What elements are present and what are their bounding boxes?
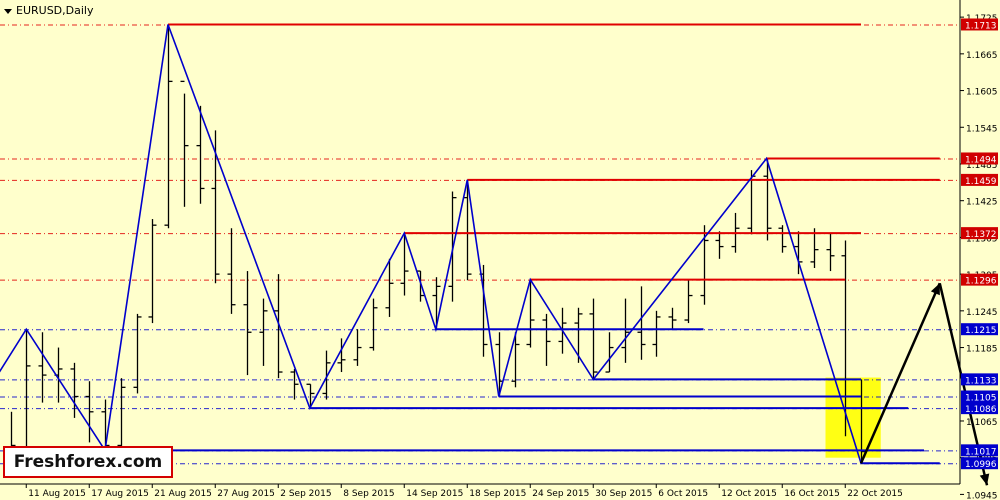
price-tick-label: 1.0945 — [966, 491, 998, 500]
time-tick-label: 2 Sep 2015 — [280, 489, 331, 499]
time-tick-label: 21 Aug 2015 — [154, 489, 212, 499]
price-tag-label: 1.1713 — [965, 21, 997, 31]
time-tick-label: 8 Sep 2015 — [343, 489, 394, 499]
chart-title-text: EURUSD,Daily — [16, 4, 94, 17]
time-tick-label: 22 Oct 2015 — [847, 489, 903, 499]
price-tag-label: 1.1105 — [965, 394, 997, 404]
price-tag-label: 1.1215 — [965, 326, 997, 336]
chart-title[interactable]: EURUSD,Daily — [4, 4, 93, 17]
dropdown-arrow-icon[interactable] — [4, 8, 12, 14]
price-tick-label: 1.1245 — [966, 308, 998, 318]
price-tag-label: 1.1494 — [965, 155, 997, 165]
highlight-layer — [825, 377, 881, 458]
price-tag-label: 1.1133 — [965, 376, 997, 386]
time-tick-label: 12 Oct 2015 — [721, 489, 777, 499]
price-tick-label: 1.1665 — [966, 51, 998, 61]
time-tick-label: 17 Aug 2015 — [91, 489, 149, 499]
time-tick-label: 18 Sep 2015 — [469, 489, 526, 499]
price-tick-label: 1.1545 — [966, 124, 998, 134]
time-tick-label: 16 Oct 2015 — [784, 489, 840, 499]
brand-logo-text: Freshforex.com — [13, 452, 163, 472]
price-tag-label: 1.1372 — [965, 230, 997, 240]
price-tick-label: 1.1065 — [966, 418, 998, 428]
price-tag-label: 1.0996 — [965, 460, 997, 470]
highlight-zone — [825, 377, 881, 458]
price-chart: 1.17251.16651.16051.15451.14851.14251.13… — [0, 0, 1000, 500]
time-tick-label: 11 Aug 2015 — [28, 489, 86, 499]
price-tick-label: 1.1605 — [966, 88, 998, 98]
price-tick-label: 1.1425 — [966, 198, 998, 208]
price-tick-label: 1.1185 — [966, 345, 998, 355]
brand-logo: Freshforex.com — [3, 446, 173, 478]
time-tick-label: 24 Sep 2015 — [532, 489, 589, 499]
price-tag-label: 1.1086 — [965, 405, 997, 415]
time-tick-label: 30 Sep 2015 — [595, 489, 652, 499]
price-tag-label: 1.1459 — [965, 177, 997, 187]
time-tick-label: 27 Aug 2015 — [217, 489, 275, 499]
time-tick-label: 6 Oct 2015 — [658, 489, 708, 499]
time-tick-label: 14 Sep 2015 — [406, 489, 463, 499]
price-tag-label: 1.1296 — [965, 277, 997, 287]
price-tag-label: 1.1017 — [965, 447, 997, 457]
